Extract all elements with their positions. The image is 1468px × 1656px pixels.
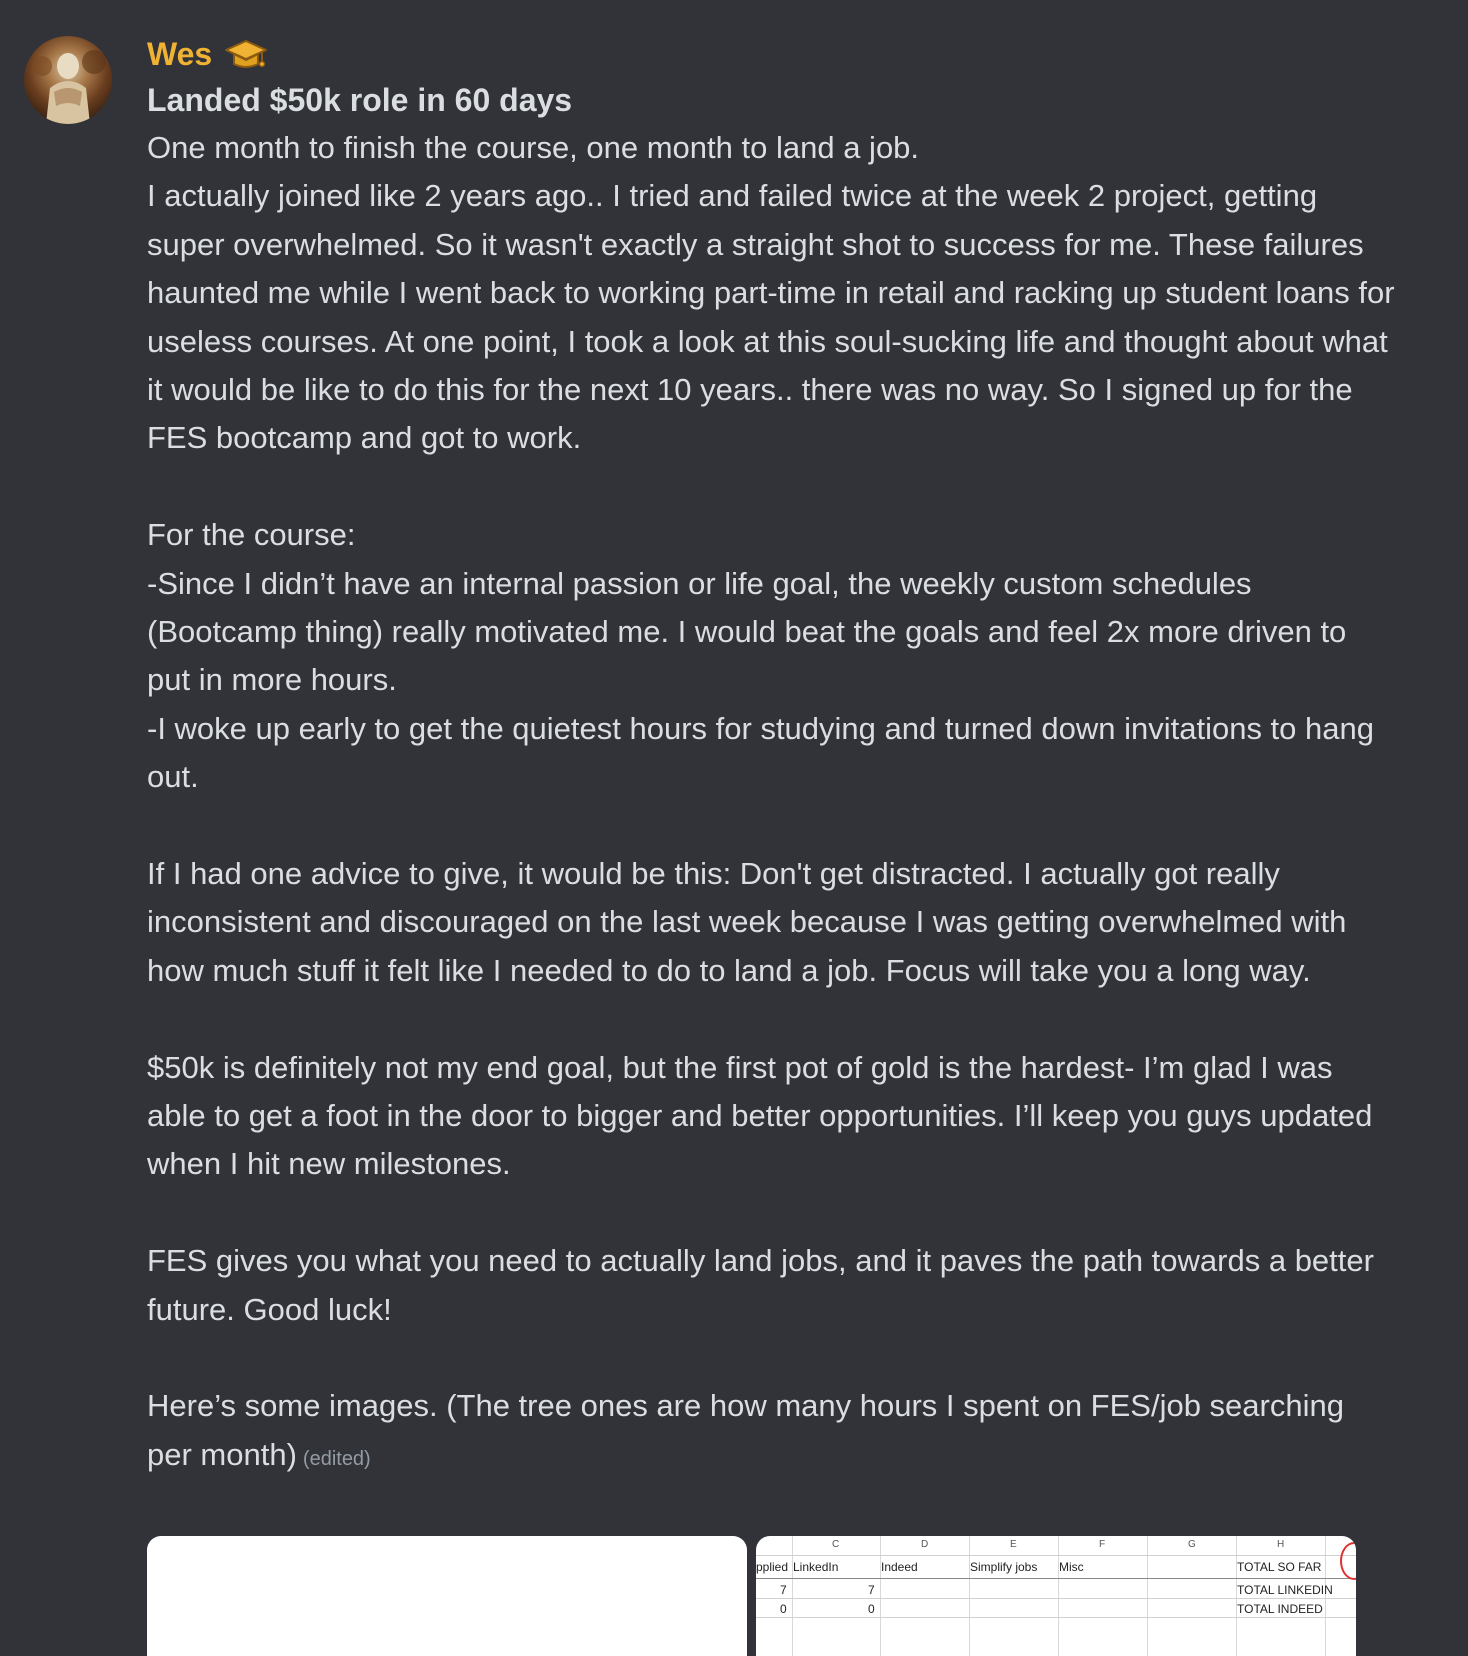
sheet-header-cell: Indeed: [881, 1560, 918, 1574]
image-attachment-1[interactable]: [147, 1536, 747, 1656]
sheet-cell: 7: [868, 1583, 875, 1597]
sheet-column-letters: C D E F G H: [756, 1536, 1356, 1556]
message-paragraph-1: One month to finish the course, one mont…: [147, 130, 1395, 456]
sheet-grid-line: [756, 1555, 1356, 1556]
sheet-grid-line: [756, 1617, 1356, 1618]
sheet-cell: 0: [780, 1602, 787, 1616]
sheet-cell: TOTAL LINKEDIN: [1237, 1583, 1333, 1597]
message-title: Landed $50k role in 60 days: [147, 82, 573, 118]
column-letter: C: [832, 1539, 840, 1550]
message-header: Wes: [147, 32, 1397, 76]
sheet-header-row: pplied LinkedIn Indeed Simplify jobs Mis…: [756, 1557, 1356, 1577]
column-letter: G: [1188, 1539, 1196, 1550]
column-letter: E: [1010, 1539, 1017, 1550]
image-attachments: C D E F G H pplied LinkedIn Indeed Simpl…: [147, 1536, 1357, 1656]
sheet-header-cell: TOTAL SO FAR: [1237, 1560, 1322, 1574]
sheet-data-row: 7 7 TOTAL LINKEDIN: [756, 1580, 1356, 1600]
sheet-cell: 0: [868, 1602, 875, 1616]
author-name[interactable]: Wes: [147, 36, 212, 73]
message-paragraph-4: $50k is definitely not my end goal, but …: [147, 1049, 1381, 1182]
message: Wes Landed $50k role in 60 days One mont…: [147, 32, 1397, 1483]
column-letter: F: [1099, 1539, 1106, 1550]
sheet-header-cell: Simplify jobs: [970, 1560, 1038, 1574]
graduation-cap-icon: [225, 40, 268, 68]
column-letter: H: [1277, 1539, 1285, 1550]
message-paragraph-2: For the course: -Since I didn’t have an …: [147, 517, 1374, 795]
sheet-data-row: 0 0 TOTAL INDEED: [756, 1599, 1356, 1619]
sheet-grid-line: [756, 1578, 1356, 1579]
sheet-cell: TOTAL INDEED: [1237, 1602, 1323, 1616]
sheet-cell: 7: [780, 1583, 787, 1597]
sheet-header-cell: pplied: [756, 1560, 789, 1574]
message-paragraph-5: FES gives you what you need to actually …: [147, 1243, 1383, 1327]
sheet-header-cell: Misc: [1059, 1560, 1084, 1574]
image-attachment-2[interactable]: C D E F G H pplied LinkedIn Indeed Simpl…: [756, 1536, 1356, 1656]
message-paragraph-3: If I had one advice to give, it would be…: [147, 856, 1355, 988]
edited-label: (edited): [302, 1447, 371, 1470]
avatar-figure-icon: [32, 50, 106, 124]
column-letter: D: [921, 1539, 929, 1550]
avatar[interactable]: [24, 36, 112, 124]
message-paragraph-6: Here’s some images. (The tree ones are h…: [147, 1382, 1397, 1483]
sheet-header-cell: LinkedIn: [793, 1560, 839, 1574]
